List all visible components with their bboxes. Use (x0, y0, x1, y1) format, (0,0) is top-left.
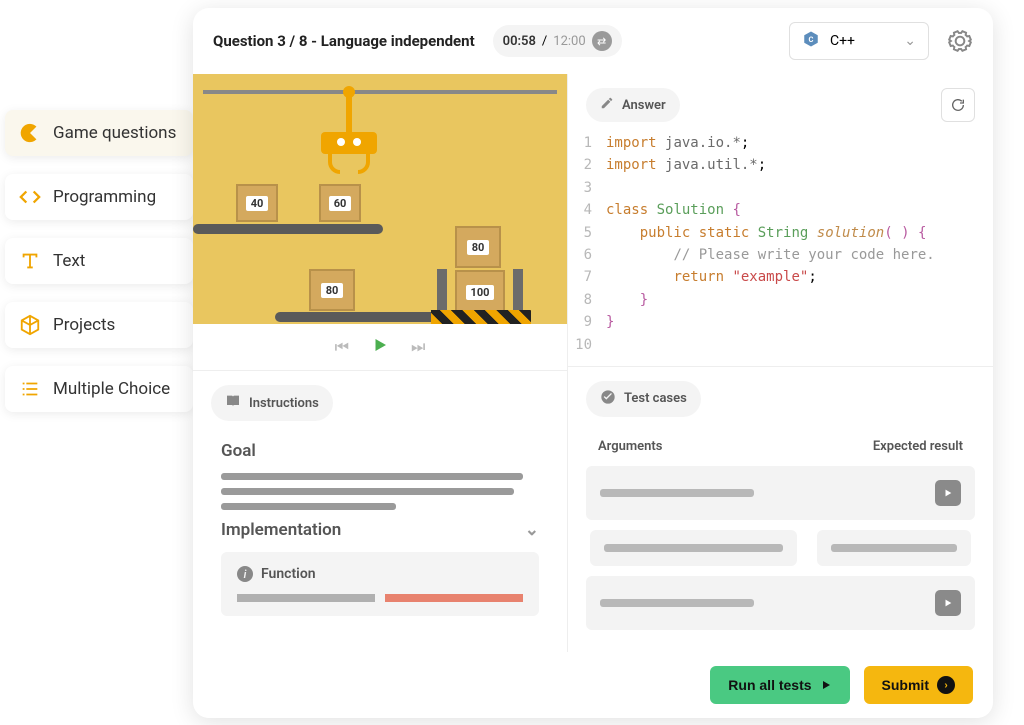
placeholder-bar (831, 544, 957, 552)
footer: Run all tests Submit › (193, 652, 993, 718)
play-button[interactable] (371, 336, 389, 358)
placeholder-bar (604, 544, 783, 552)
implementation-heading[interactable]: Implementation ⌄ (221, 520, 539, 540)
instructions-label: Instructions (249, 396, 319, 411)
testcases-label: Test cases (624, 391, 687, 406)
testcase-row (586, 530, 975, 576)
sidebar-item-label: Game questions (53, 123, 176, 143)
skip-forward-button[interactable]: ⏭ (411, 337, 425, 357)
code-icon (19, 186, 41, 208)
answer-label: Answer (622, 98, 666, 113)
language-select[interactable]: C C++ ⌄ (789, 22, 929, 60)
testcases-body: Arguments Expected result (568, 427, 993, 650)
sidebar-item-multiple-choice[interactable]: Multiple Choice (5, 366, 193, 412)
run-all-tests-button[interactable]: Run all tests (710, 666, 849, 704)
main-window: Question 3 / 8 - Language independent 00… (193, 8, 993, 718)
col-arguments: Arguments (598, 439, 663, 454)
sidebar: Game questions Programming Text Projects… (5, 110, 193, 430)
box: 80 (455, 226, 501, 268)
instructions-body: Goal Implementation ⌄ i Function (193, 431, 567, 652)
sidebar-item-text[interactable]: Text (5, 238, 193, 284)
code-editor[interactable]: 1import java.io.*; 2import java.util.*; … (568, 130, 993, 366)
svg-text:C: C (809, 35, 814, 44)
placeholder-bar (600, 599, 754, 607)
col-expected: Expected result (873, 439, 963, 454)
run-test-button[interactable] (935, 480, 961, 506)
topbar: Question 3 / 8 - Language independent 00… (193, 8, 993, 74)
chevron-down-icon: ⌄ (525, 520, 539, 540)
list-icon (19, 378, 41, 400)
testcase-row (586, 576, 975, 630)
goal-heading: Goal (221, 441, 539, 461)
settings-button[interactable] (947, 28, 973, 54)
sidebar-item-label: Projects (53, 315, 115, 335)
timer-total: 12:00 (553, 34, 585, 49)
placeholder-line (221, 503, 396, 510)
timer-elapsed: 00:58 (503, 34, 536, 49)
timer-sep: / (542, 34, 547, 49)
sidebar-item-label: Programming (53, 187, 156, 207)
testcases-tab[interactable]: Test cases (586, 381, 701, 417)
instructions-tab[interactable]: Instructions (211, 385, 333, 421)
language-label: C++ (830, 33, 894, 49)
check-circle-icon (600, 389, 616, 409)
box: 40 (236, 184, 278, 222)
text-icon (19, 250, 41, 272)
playback: ⏮ ⏭ (193, 324, 567, 371)
cpp-icon: C (802, 30, 820, 52)
crane (321, 90, 377, 174)
left-panel: 40 60 80 80 100 ⏮ ⏭ (193, 74, 568, 652)
content: 40 60 80 80 100 ⏮ ⏭ (193, 74, 993, 652)
right-panel: Answer 1import java.io.*; 2import java.u… (568, 74, 993, 652)
placeholder-line (221, 488, 514, 495)
cube-icon (19, 314, 41, 336)
game-canvas: 40 60 80 80 100 (193, 74, 567, 324)
sidebar-item-label: Multiple Choice (53, 379, 170, 399)
sidebar-item-label: Text (53, 251, 85, 271)
placeholder-bar (237, 594, 375, 602)
chevron-right-icon: › (937, 676, 955, 694)
pencil-icon (600, 96, 614, 114)
sidebar-item-projects[interactable]: Projects (5, 302, 193, 348)
placeholder-bar (600, 489, 754, 497)
box: 100 (455, 270, 505, 314)
answer-tab[interactable]: Answer (586, 88, 680, 122)
book-icon (225, 393, 241, 413)
placeholder-bar (385, 594, 523, 602)
placeholder-line (221, 473, 523, 480)
swap-icon[interactable]: ⇄ (592, 31, 612, 51)
chevron-down-icon: ⌄ (904, 33, 916, 49)
sidebar-item-game-questions[interactable]: Game questions (5, 110, 193, 156)
box: 60 (319, 184, 361, 222)
function-label: Function (261, 566, 316, 582)
submit-button[interactable]: Submit › (864, 666, 973, 704)
implementation-card: i Function (221, 552, 539, 616)
box: 80 (309, 269, 355, 311)
skip-back-button[interactable]: ⏮ (335, 337, 349, 357)
sidebar-item-programming[interactable]: Programming (5, 174, 193, 220)
question-title: Question 3 / 8 - Language independent (213, 32, 475, 50)
run-test-button[interactable] (935, 590, 961, 616)
pacman-icon (19, 122, 41, 144)
timer: 00:58 / 12:00 ⇄ (493, 25, 622, 57)
testcase-row (586, 466, 975, 520)
info-icon: i (237, 566, 253, 582)
reset-button[interactable] (941, 88, 975, 122)
